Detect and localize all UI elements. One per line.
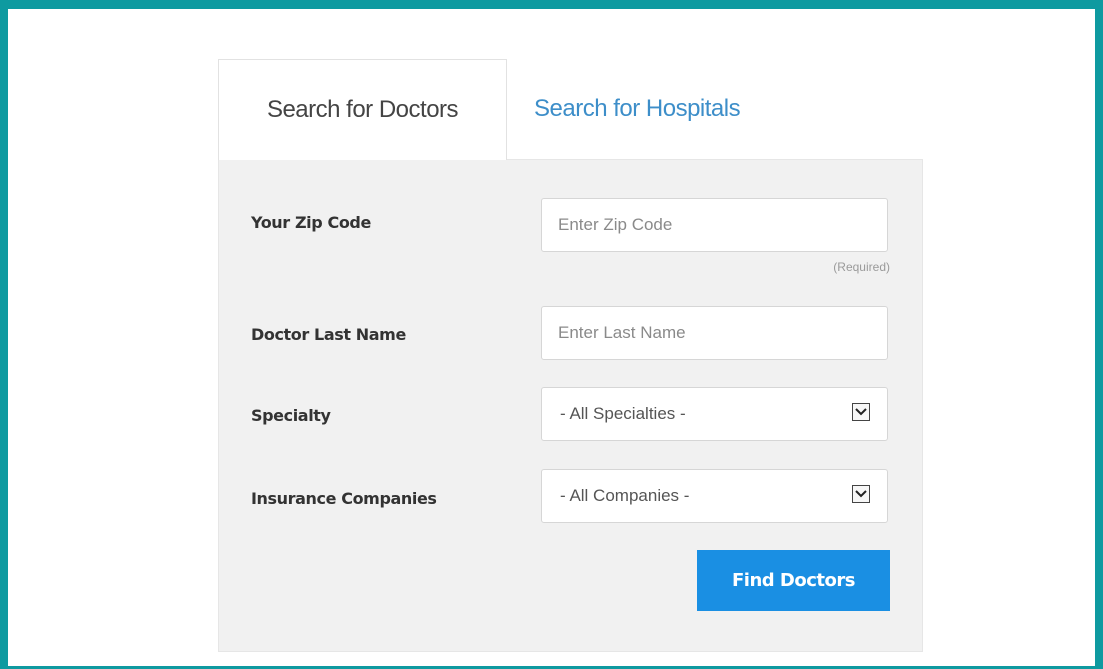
specialty-select[interactable]: - All Specialties - — [541, 387, 888, 441]
search-tabs: Search for Doctors Search for Hospitals — [218, 59, 923, 160]
zip-code-label: Your Zip Code — [251, 213, 371, 232]
insurance-companies-label: Insurance Companies — [251, 489, 437, 508]
tab-search-hospitals[interactable]: Search for Hospitals — [518, 59, 808, 159]
chevron-down-icon[interactable] — [852, 485, 870, 503]
tab-search-doctors[interactable]: Search for Doctors — [218, 59, 507, 160]
chevron-down-icon[interactable] — [852, 403, 870, 421]
find-doctors-button[interactable]: Find Doctors — [697, 550, 890, 611]
specialty-selected-value: - All Specialties - — [560, 404, 686, 423]
doctor-search-widget: Search for Doctors Search for Hospitals … — [218, 59, 923, 652]
specialty-label: Specialty — [251, 406, 331, 425]
zip-code-input[interactable] — [542, 199, 887, 251]
doctor-last-name-label: Doctor Last Name — [251, 325, 406, 344]
insurance-selected-value: - All Companies - — [560, 486, 690, 505]
page-frame: Search for Doctors Search for Hospitals … — [0, 0, 1103, 669]
insurance-select[interactable]: - All Companies - — [541, 469, 888, 523]
search-form-panel: Your Zip Code (Required) Doctor Last Nam… — [218, 159, 923, 652]
last-name-field — [541, 306, 888, 360]
required-note: (Required) — [833, 260, 890, 274]
last-name-input[interactable] — [542, 307, 887, 359]
zip-code-field — [541, 198, 888, 252]
